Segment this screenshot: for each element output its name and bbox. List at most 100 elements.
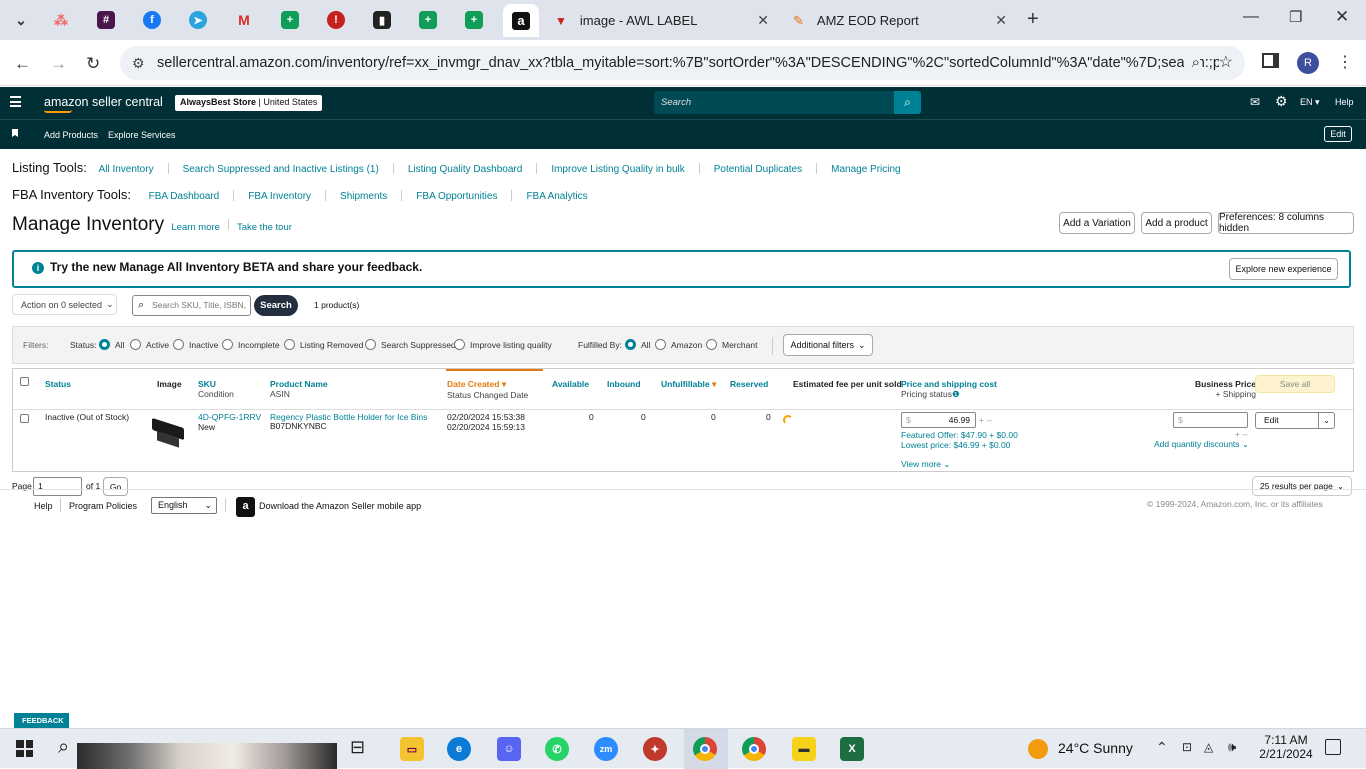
new-tab-icon[interactable]: + bbox=[1027, 8, 1039, 31]
pinned-tab-sheets3-icon[interactable]: + bbox=[457, 6, 491, 34]
header-date-created[interactable]: Date Created ▾ Status Changed Date bbox=[447, 379, 528, 400]
row-edit-button[interactable]: Edit ⌄ bbox=[1255, 412, 1335, 429]
whatsapp-icon[interactable]: ✆ bbox=[545, 737, 569, 761]
pinned-tab-asana-icon[interactable]: ⁂ bbox=[44, 6, 78, 34]
results-per-page-select[interactable]: 25 results per page ⌄ bbox=[1252, 476, 1352, 496]
volume-icon[interactable]: 🕪 bbox=[1228, 739, 1236, 755]
explore-services-link[interactable]: Explore Services bbox=[108, 130, 176, 140]
status-inactive-radio[interactable]: Inactive bbox=[173, 339, 218, 351]
go-button[interactable]: Go bbox=[103, 477, 128, 496]
pinned-tab-telegram-icon[interactable]: ➤ bbox=[181, 6, 215, 34]
hamburger-menu-icon[interactable] bbox=[10, 96, 21, 107]
pinned-tab-sheets-icon[interactable]: + bbox=[273, 6, 307, 34]
link-potential-duplicates[interactable]: Potential Duplicates bbox=[714, 164, 802, 175]
header-sku[interactable]: SKU Condition bbox=[198, 379, 234, 399]
store-switcher[interactable]: AlwaysBest Store | United States bbox=[175, 95, 323, 111]
action-select[interactable]: Action on 0 selected ⌄ bbox=[12, 294, 117, 315]
add-variation-button[interactable]: Add a Variation bbox=[1059, 212, 1135, 234]
discord-icon[interactable]: ☺ bbox=[497, 737, 521, 761]
product-thumbnail[interactable] bbox=[149, 417, 189, 449]
paint-icon[interactable]: ✦ bbox=[643, 737, 667, 761]
zoom-icon[interactable]: ⌕ bbox=[1183, 46, 1200, 80]
file-explorer-icon[interactable]: ▭ bbox=[400, 737, 424, 761]
mail-icon[interactable]: ✉ bbox=[1250, 95, 1260, 109]
tray-device-icon[interactable]: ⊡ bbox=[1182, 740, 1192, 754]
add-quantity-discounts-link[interactable]: Add quantity discounts ⌄ bbox=[1154, 439, 1249, 450]
pinned-tab-gmail-icon[interactable]: M bbox=[227, 6, 261, 34]
status-improve-quality-radio[interactable]: Improve listing quality bbox=[454, 339, 552, 351]
status-search-suppressed-radio[interactable]: Search Suppressed bbox=[365, 339, 456, 351]
link-fba-dashboard[interactable]: FBA Dashboard bbox=[149, 191, 220, 202]
chevron-down-icon[interactable]: ⌄ bbox=[1318, 413, 1334, 428]
site-info-icon[interactable]: ⚙ bbox=[132, 46, 145, 80]
zoom-app-icon[interactable]: zm bbox=[594, 737, 618, 761]
pinned-tab-facebook-icon[interactable]: f bbox=[135, 6, 169, 34]
header-inbound[interactable]: Inbound bbox=[607, 379, 641, 389]
fulfilled-all-radio[interactable]: All bbox=[625, 339, 650, 351]
close-window-icon[interactable]: ✕ bbox=[1335, 7, 1349, 27]
sticky-notes-icon[interactable]: ▬ bbox=[792, 737, 816, 761]
take-tour-link[interactable]: Take the tour bbox=[237, 222, 292, 233]
tab-image-awl-label[interactable]: ▼ image - AWL LABEL ✕ bbox=[545, 4, 779, 37]
link-all-inventory[interactable]: All Inventory bbox=[99, 164, 154, 175]
chrome-icon[interactable] bbox=[693, 737, 717, 761]
bookmark-star-icon[interactable]: ☆ bbox=[1218, 46, 1233, 80]
status-listing-removed-radio[interactable]: Listing Removed bbox=[284, 339, 363, 351]
pinned-tab-slack-icon[interactable]: # bbox=[89, 6, 123, 34]
windows-start-icon[interactable] bbox=[16, 740, 33, 757]
active-tab-amazon[interactable]: a bbox=[503, 4, 539, 37]
footer-help-link[interactable]: Help bbox=[34, 501, 53, 511]
seller-central-logo[interactable]: amazon seller central bbox=[44, 95, 163, 109]
status-all-radio[interactable]: All bbox=[99, 339, 124, 351]
subnav-edit-button[interactable]: Edit bbox=[1324, 126, 1352, 142]
back-icon[interactable]: ← bbox=[14, 54, 31, 74]
inventory-search-input[interactable]: ⌕ Search SKU, Title, ISBN, bbox=[132, 295, 251, 316]
price-input[interactable]: $ 46.99 bbox=[901, 412, 976, 428]
row-checkbox[interactable] bbox=[20, 414, 29, 423]
status-incomplete-radio[interactable]: Incomplete bbox=[222, 339, 280, 351]
fulfilled-amazon-radio[interactable]: Amazon bbox=[655, 339, 702, 351]
close-tab-icon[interactable]: ✕ bbox=[995, 12, 1007, 29]
pinned-tab-sheets2-icon[interactable]: + bbox=[411, 6, 445, 34]
profile-avatar[interactable]: R bbox=[1297, 52, 1319, 74]
preferences-button[interactable]: Preferences: 8 columns hidden bbox=[1218, 212, 1354, 234]
close-tab-icon[interactable]: ✕ bbox=[757, 12, 769, 29]
header-reserved[interactable]: Reserved bbox=[730, 379, 768, 389]
chrome-profile-icon[interactable] bbox=[742, 737, 766, 761]
row-sku[interactable]: 4D-QPFG-1RRV bbox=[198, 412, 261, 422]
link-fba-inventory[interactable]: FBA Inventory bbox=[248, 191, 311, 202]
weather-sun-icon[interactable] bbox=[1028, 739, 1048, 759]
taskbar-search-icon[interactable]: ⌕ bbox=[58, 736, 69, 759]
clock[interactable]: 7:11 AM 2/21/2024 bbox=[1257, 733, 1315, 761]
header-available[interactable]: Available bbox=[552, 379, 589, 389]
minimize-icon[interactable]: — bbox=[1243, 8, 1259, 26]
forward-icon[interactable]: → bbox=[50, 54, 67, 74]
select-all-checkbox[interactable] bbox=[20, 377, 29, 386]
save-all-button[interactable]: Save all bbox=[1255, 375, 1335, 393]
link-manage-pricing[interactable]: Manage Pricing bbox=[831, 164, 900, 175]
header-status[interactable]: Status bbox=[45, 379, 71, 389]
link-listing-quality-dashboard[interactable]: Listing Quality Dashboard bbox=[408, 164, 523, 175]
link-fba-opportunities[interactable]: FBA Opportunities bbox=[416, 191, 497, 202]
network-icon[interactable]: ◬ bbox=[1204, 740, 1213, 754]
business-price-input[interactable]: $ bbox=[1173, 412, 1248, 428]
side-panel-icon[interactable] bbox=[1262, 53, 1279, 68]
explore-new-experience-button[interactable]: Explore new experience bbox=[1229, 258, 1338, 280]
menu-kebab-icon[interactable]: ⋮ bbox=[1337, 52, 1353, 72]
url-input[interactable]: ⚙ sellercentral.amazon.com/inventory/ref… bbox=[120, 46, 1245, 80]
language-selector[interactable]: EN ▾ bbox=[1300, 97, 1320, 108]
download-app-link[interactable]: Download the Amazon Seller mobile app bbox=[259, 501, 421, 511]
restore-icon[interactable]: ❐ bbox=[1289, 8, 1302, 26]
add-products-link[interactable]: Add Products bbox=[44, 130, 98, 140]
header-help-link[interactable]: Help bbox=[1335, 97, 1354, 107]
feedback-tab[interactable]: FEEDBACK ✕ bbox=[14, 713, 69, 740]
learn-more-link[interactable]: Learn more bbox=[171, 222, 220, 233]
program-policies-link[interactable]: Program Policies bbox=[69, 501, 137, 511]
pinned-tab-app-icon[interactable]: ! bbox=[319, 6, 353, 34]
footer-language-select[interactable]: English ⌄ bbox=[151, 497, 217, 514]
search-highlight-image[interactable] bbox=[77, 743, 337, 769]
tab-amz-eod-report[interactable]: ✎ AMZ EOD Report ✕ bbox=[783, 4, 1017, 37]
header-unfulfillable[interactable]: Unfulfillable ▾ bbox=[661, 379, 716, 390]
header-search-icon[interactable]: ⌕ bbox=[894, 91, 921, 114]
link-shipments[interactable]: Shipments bbox=[340, 191, 387, 202]
